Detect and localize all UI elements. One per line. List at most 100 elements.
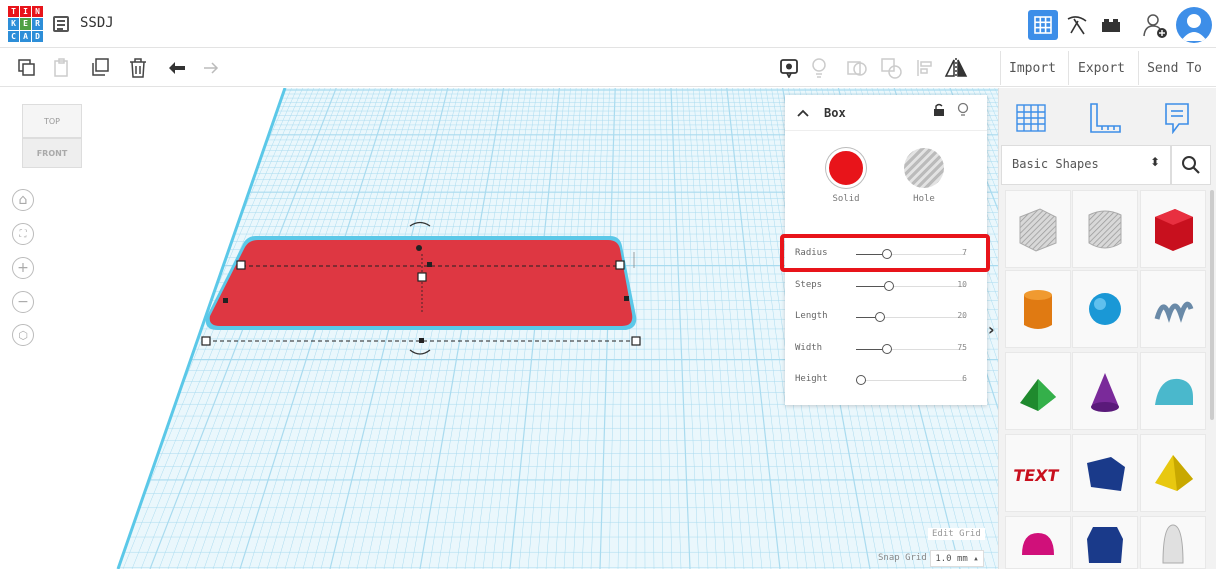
- logo-letter: N: [32, 6, 43, 18]
- shape-tile-text[interactable]: TEXT: [1005, 434, 1071, 512]
- copy-icon: [18, 59, 35, 76]
- logo-letter: R: [32, 18, 43, 30]
- param-slider-knob[interactable]: [856, 375, 866, 385]
- paste-button[interactable]: [49, 55, 75, 81]
- light-bulb-icon: [812, 58, 826, 78]
- send-to-button[interactable]: Send To: [1138, 51, 1210, 85]
- top-bar: TIN KER CAD SSDJ: [0, 0, 1216, 48]
- view-cube[interactable]: TOP FRONT: [22, 104, 84, 168]
- perspective-button[interactable]: ⬡: [12, 324, 34, 346]
- add-user-icon: [1143, 14, 1167, 38]
- import-button[interactable]: Import: [1000, 51, 1064, 85]
- duplicate-icon: [92, 58, 109, 76]
- tinkercad-logo[interactable]: TIN KER CAD: [8, 6, 43, 42]
- pickaxe-icon: [1067, 16, 1087, 35]
- param-value[interactable]: 10: [957, 280, 967, 289]
- selected-box-shape[interactable]: [190, 216, 660, 366]
- grid-view-icon: [1034, 16, 1052, 34]
- param-value[interactable]: 6: [962, 374, 967, 383]
- undo-button[interactable]: [164, 55, 190, 81]
- light-bulb-icon[interactable]: [957, 102, 969, 118]
- param-slider-knob[interactable]: [882, 344, 892, 354]
- inspector-header: Box: [785, 95, 987, 131]
- shape-tile-box-hole[interactable]: [1005, 190, 1071, 268]
- param-value[interactable]: 20: [957, 311, 967, 320]
- hole-swatch[interactable]: [904, 148, 944, 188]
- align-button[interactable]: [912, 55, 938, 81]
- param-value[interactable]: 75: [957, 343, 967, 352]
- duplicate-button[interactable]: [87, 55, 113, 81]
- shape-tile-cylinder-hole[interactable]: [1072, 190, 1138, 268]
- shape-tile-half-sphere[interactable]: [1005, 516, 1071, 569]
- ruler-tool-button[interactable]: [1085, 98, 1125, 138]
- snap-grid-label: Snap Grid: [878, 553, 927, 563]
- round-roof-icon: [1155, 378, 1193, 405]
- home-view-button[interactable]: ⌂: [12, 189, 34, 211]
- view-cube-top[interactable]: TOP: [22, 104, 82, 138]
- redo-button[interactable]: [198, 55, 224, 81]
- logo-letter: C: [8, 30, 19, 42]
- zoom-in-button[interactable]: +: [12, 257, 34, 279]
- mirror-button[interactable]: [943, 55, 969, 81]
- group-button[interactable]: [844, 55, 870, 81]
- plus-icon: +: [17, 260, 29, 276]
- select-arrows-icon: ⬍: [1149, 155, 1160, 169]
- edit-grid-button[interactable]: Edit Grid: [928, 528, 985, 540]
- lock-icon[interactable]: [933, 103, 945, 117]
- shape-tile-scribble[interactable]: [1140, 270, 1206, 348]
- light-bulb-button[interactable]: [806, 55, 832, 81]
- param-slider-knob[interactable]: [875, 312, 885, 322]
- shape-category-label: Basic Shapes: [1012, 157, 1099, 171]
- shape-tile-sphere[interactable]: [1072, 270, 1138, 348]
- shape-category-select[interactable]: Basic Shapes ⬍: [1001, 145, 1171, 185]
- shape-tile-polygon[interactable]: [1072, 516, 1138, 569]
- shape-tile-box[interactable]: [1140, 190, 1206, 268]
- logo-letter: I: [20, 6, 31, 18]
- param-slider-track[interactable]: [856, 344, 966, 354]
- solid-color-swatch[interactable]: [826, 148, 866, 188]
- design-list-icon[interactable]: [53, 16, 69, 32]
- bricks-view-button[interactable]: [1096, 10, 1126, 40]
- param-slider-track[interactable]: [856, 312, 966, 322]
- param-label: Steps: [795, 280, 823, 290]
- shape-tile-cone[interactable]: [1072, 352, 1138, 430]
- shapes-scrollbar[interactable]: [1210, 190, 1214, 420]
- user-avatar[interactable]: [1176, 7, 1212, 43]
- cube-icon: ⬡: [18, 328, 28, 342]
- radius-highlight-box: [780, 234, 990, 272]
- shape-tile-pyramid[interactable]: [1140, 434, 1206, 512]
- snap-grid-select[interactable]: 1.0 mm ▴: [930, 550, 984, 567]
- zoom-out-button[interactable]: −: [12, 291, 34, 313]
- delete-button[interactable]: [125, 55, 151, 81]
- shape-tile-round-roof[interactable]: [1140, 352, 1206, 430]
- shape-tile-wedge[interactable]: [1072, 434, 1138, 512]
- tinkercad-editor: TINKERCAD SSDJ Import Export Send To TOP…: [0, 0, 1216, 569]
- note-icon: [1165, 103, 1189, 134]
- view-cube-front[interactable]: FRONT: [22, 138, 82, 168]
- 3d-design-view-button[interactable]: [1028, 10, 1058, 40]
- collapse-panel-chevron-icon[interactable]: ›: [988, 320, 995, 339]
- copy-button[interactable]: [14, 55, 40, 81]
- mirror-icon: [944, 58, 968, 78]
- shape-tile-cylinder[interactable]: [1005, 270, 1071, 348]
- param-slider-track[interactable]: [856, 375, 966, 385]
- invite-user-button[interactable]: [1140, 10, 1170, 40]
- align-icon: [917, 60, 932, 76]
- workplane-tool-button[interactable]: [1011, 98, 1051, 138]
- fit-view-button[interactable]: ⛶: [12, 223, 34, 245]
- shape-search-button[interactable]: [1171, 145, 1211, 185]
- export-button[interactable]: Export: [1068, 51, 1134, 85]
- notes-button[interactable]: [776, 55, 802, 81]
- ungroup-button[interactable]: [878, 55, 904, 81]
- shape-tile-paraboloid[interactable]: [1140, 516, 1206, 569]
- blocks-view-button[interactable]: [1062, 10, 1092, 40]
- param-slider-knob[interactable]: [884, 281, 894, 291]
- param-row-width: Width 75: [785, 336, 987, 364]
- notes-tool-button[interactable]: [1157, 98, 1197, 138]
- shape-tile-roof[interactable]: [1005, 352, 1071, 430]
- brick-icon: [1102, 19, 1120, 32]
- design-title[interactable]: SSDJ: [80, 15, 114, 31]
- param-slider-fill: [856, 286, 884, 287]
- param-slider-track[interactable]: [856, 281, 966, 291]
- chevron-up-icon[interactable]: [797, 109, 809, 117]
